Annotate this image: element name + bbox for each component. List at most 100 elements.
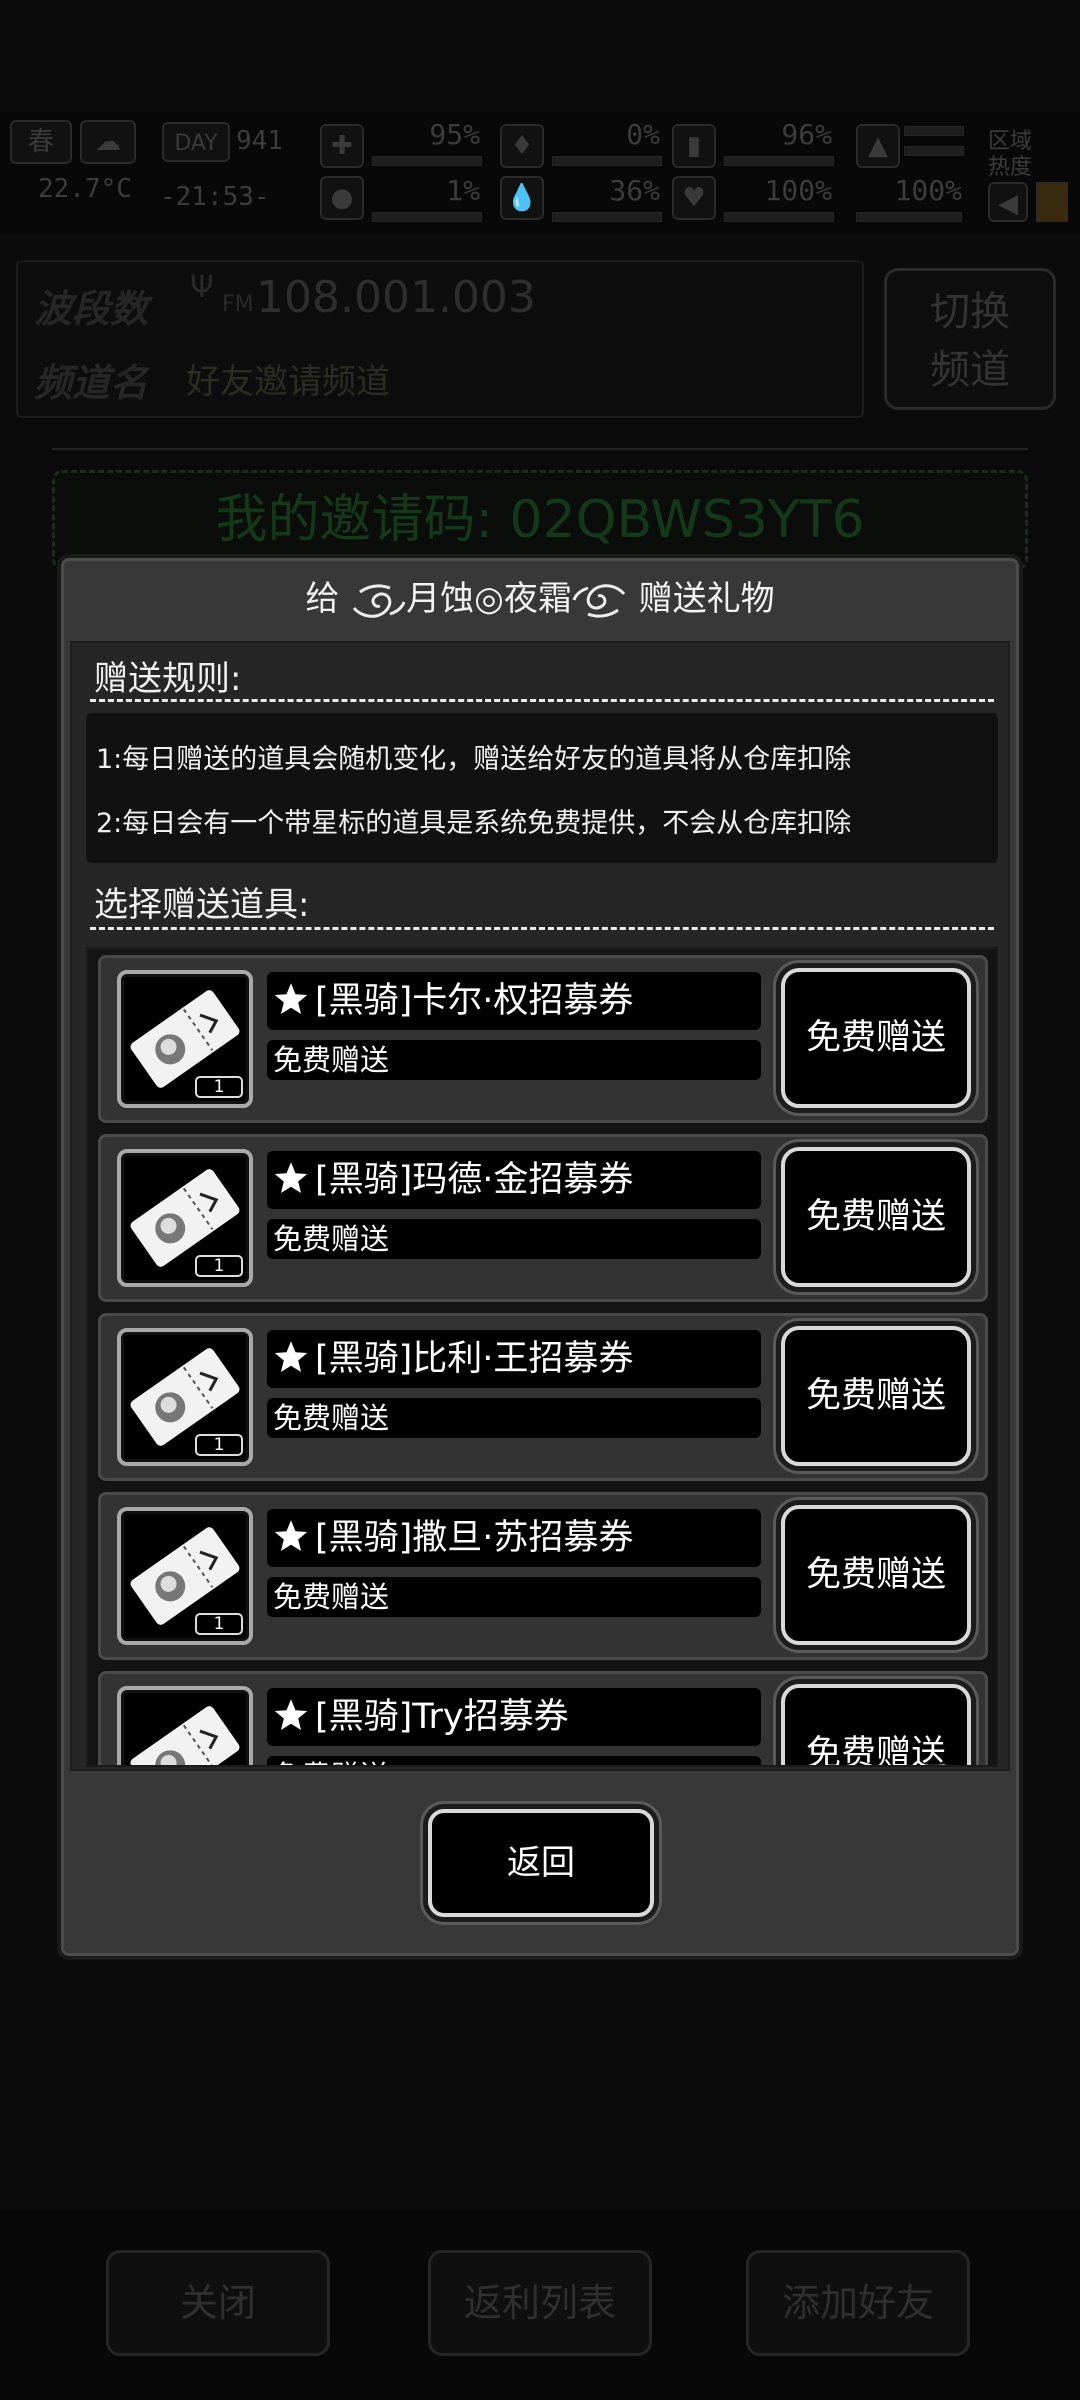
item-name-box: [黑骑]Try招募券 [267, 1688, 761, 1746]
stat-mood-bar [372, 212, 482, 222]
star-icon [274, 1341, 308, 1372]
divider [52, 448, 1028, 450]
item-subtitle: 免费赠送 [267, 1398, 761, 1438]
band-label: 波段数 [34, 287, 149, 331]
free-gift-button[interactable]: 免费赠送 [781, 1684, 971, 1765]
gift-item-list[interactable]: 1 [黑骑]卡尔·权招募券 免费赠送 免费赠送 1 [黑骑]玛德·金招募券 免费… [86, 947, 998, 1767]
heart-icon: ♥ [672, 176, 716, 220]
stat-extra-value: 100% [894, 174, 962, 207]
gift-item: 1 [黑骑]撒旦·苏招募券 免费赠送 免费赠送 [98, 1492, 988, 1660]
gift-item: 1 [黑骑]玛德·金招募券 免费赠送 免费赠送 [98, 1134, 988, 1302]
recruit-ticket-icon: 1 [117, 1149, 253, 1287]
item-quantity: 1 [195, 1076, 243, 1098]
item-name-box: [黑骑]玛德·金招募券 [267, 1151, 761, 1209]
temperature-readout: 22.7°C [38, 174, 132, 204]
stat-mood-value: 1% [446, 174, 480, 207]
recruit-ticket-icon: 1 [117, 1507, 253, 1645]
stat-stamina-value: 96% [781, 118, 832, 151]
item-subtitle: 免费赠送 [267, 1040, 761, 1080]
region-bar-1 [904, 126, 964, 136]
swirl-right-icon [572, 583, 625, 618]
dialog-content: 赠送规则: 1:每日赠送的道具会随机变化，赠送给好友的道具将从仓库扣除 2:每日… [70, 641, 1010, 1771]
star-icon [274, 1520, 308, 1551]
free-gift-button[interactable]: 免费赠送 [781, 1326, 971, 1466]
select-items-heading: 选择赠送道具: [94, 885, 310, 925]
title-prefix: 给 [305, 579, 340, 619]
stat-health-bar [372, 156, 482, 166]
antenna-icon: Ψ [190, 270, 214, 305]
status-bar: 春 ☁ DAY 941 22.7°C -21:53- ✚ 95% ♦ 0% ▮ … [0, 112, 1080, 234]
item-subtitle: 免费赠送 [267, 1219, 761, 1259]
rule-1: 1:每日赠送的道具会随机变化，赠送给好友的道具将从仓库扣除 [96, 744, 852, 775]
gift-item: 1 [黑骑]比利·王招募券 免费赠送 免费赠送 [98, 1313, 988, 1481]
clock-readout: -21:53- [160, 182, 270, 212]
item-name: [黑骑]玛德·金招募券 [315, 1160, 634, 1200]
back-button[interactable]: 返回 [428, 1809, 654, 1917]
stat-water-bar [552, 212, 662, 222]
recruit-ticket-icon: 1 [117, 1328, 253, 1466]
item-quantity: 1 [195, 1613, 243, 1635]
gift-item: 1 [黑骑]卡尔·权招募券 免费赠送 免费赠送 [98, 955, 988, 1123]
weather-cloud-icon: ☁ [80, 120, 136, 164]
day-label: DAY [162, 122, 230, 162]
water-drop-icon: 💧 [500, 176, 544, 220]
close-button[interactable]: 关闭 [106, 2250, 330, 2356]
dialog-title: 给 月蚀◎夜霜 赠送礼物 [64, 561, 1016, 633]
title-suffix: 赠送礼物 [638, 579, 775, 619]
item-name: [黑骑]撒旦·苏招募券 [315, 1518, 634, 1558]
mood-icon: ● [320, 176, 364, 220]
heat-meter [1036, 182, 1068, 222]
item-quantity: 1 [195, 1255, 243, 1277]
switch-channel-button[interactable]: 切换 频道 [884, 268, 1056, 410]
item-name-box: [黑骑]撒旦·苏招募券 [267, 1509, 761, 1567]
stat-hunger-value: 0% [626, 118, 660, 151]
item-name-box: [黑骑]卡尔·权招募券 [267, 972, 761, 1030]
season-badge: 春 [10, 120, 72, 164]
rules-divider [90, 699, 994, 702]
item-name-box: [黑骑]比利·王招募券 [267, 1330, 761, 1388]
stat-stamina-bar [724, 156, 834, 166]
region-bar-2 [904, 146, 964, 156]
star-icon [274, 983, 308, 1014]
star-icon [274, 1162, 308, 1193]
band-value: 108.001.003 [256, 272, 536, 323]
rebate-list-button[interactable]: 返利列表 [428, 2250, 652, 2356]
rules-heading: 赠送规则: [94, 659, 242, 699]
add-friend-button[interactable]: 添加好友 [746, 2250, 970, 2356]
rule-2: 2:每日会有一个带星标的道具是系统免费提供，不会从仓库扣除 [96, 808, 852, 839]
hunger-icon: ♦ [500, 124, 544, 168]
stat-heart-value: 100% [764, 174, 832, 207]
recruit-ticket-icon: 1 [117, 1686, 253, 1765]
item-subtitle: 免费赠送 [267, 1577, 761, 1617]
medkit-icon: ✚ [320, 124, 364, 168]
invite-code-box[interactable]: 我的邀请码: 02QBWS3YT6 [52, 470, 1028, 570]
channel-value: 好友邀请频道 [186, 362, 390, 402]
item-subtitle: 免费赠送 [267, 1756, 761, 1765]
gift-item: 1 [黑骑]Try招募券 免费赠送 免费赠送 [98, 1671, 988, 1765]
stat-extra-bar [856, 212, 962, 222]
star-icon [274, 1699, 308, 1730]
swirl-left-icon [352, 583, 406, 618]
free-gift-button[interactable]: 免费赠送 [781, 1147, 971, 1287]
day-value: 941 [236, 126, 283, 156]
item-name: [黑骑]比利·王招募券 [315, 1339, 634, 1379]
stat-heart-bar [724, 212, 834, 222]
select-divider [90, 927, 994, 930]
recruit-ticket-icon: 1 [117, 970, 253, 1108]
friend-name: 月蚀◎夜霜 [406, 579, 572, 619]
item-quantity: 1 [195, 1434, 243, 1456]
stat-health-value: 95% [429, 118, 480, 151]
item-name: [黑骑]Try招募券 [315, 1697, 569, 1737]
free-gift-button[interactable]: 免费赠送 [781, 968, 971, 1108]
boot-icon: ▲ [856, 124, 900, 168]
stat-water-value: 36% [609, 174, 660, 207]
speaker-icon[interactable]: ◀ [988, 182, 1028, 222]
channel-label: 频道名 [34, 361, 149, 405]
gift-dialog: 给 月蚀◎夜霜 赠送礼物 赠送规则: 1:每日赠送的道具会随机变化，赠送给好友的… [61, 558, 1019, 1956]
free-gift-button[interactable]: 免费赠送 [781, 1505, 971, 1645]
stat-hunger-bar [552, 156, 662, 166]
ticket-image [130, 1706, 240, 1765]
item-name: [黑骑]卡尔·权招募券 [315, 981, 634, 1021]
stamina-icon: ▮ [672, 124, 716, 168]
radio-panel: 波段数 Ψ FM 108.001.003 频道名 好友邀请频道 [16, 260, 864, 418]
